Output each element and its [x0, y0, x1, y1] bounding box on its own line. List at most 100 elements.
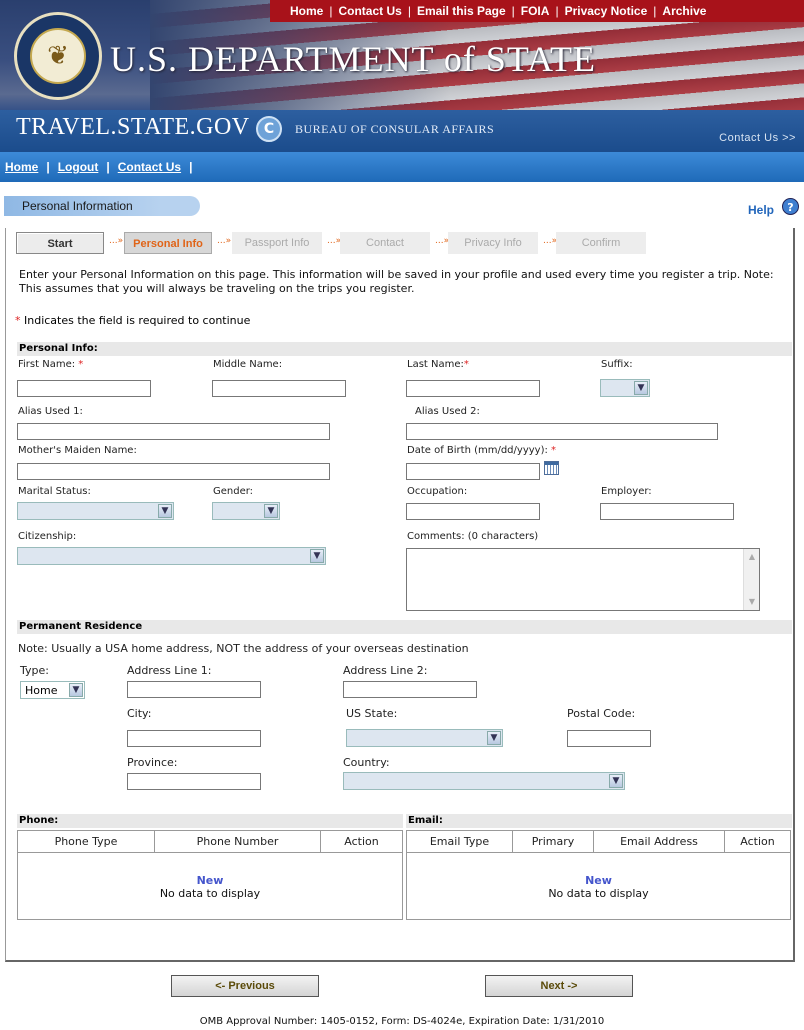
personal-info-header: Personal Info:	[17, 342, 792, 356]
alias2-input[interactable]	[406, 423, 718, 440]
page-title-tab: Personal Information	[4, 196, 200, 216]
email-primary-column: Primary	[513, 831, 594, 852]
step-arrow-icon: ...»	[217, 236, 232, 246]
city-label: City:	[127, 707, 152, 720]
last-name-label: Last Name:*	[407, 359, 469, 370]
intro-text: Enter your Personal Information on this …	[19, 268, 774, 295]
alias2-label: Alias Used 2:	[415, 406, 480, 417]
consular-affairs-badge-icon: C	[256, 116, 282, 142]
address-line1-input[interactable]	[127, 681, 261, 698]
city-input[interactable]	[127, 730, 261, 747]
alias1-label: Alias Used 1:	[18, 406, 83, 417]
top-link-foia[interactable]: FOIA	[521, 4, 550, 18]
top-link-email-page[interactable]: Email this Page	[417, 4, 506, 18]
scroll-down-icon[interactable]: ▼	[746, 596, 758, 608]
phone-action-column: Action	[344, 835, 379, 848]
step-arrow-icon: ...»	[327, 236, 342, 246]
step-arrow-icon: ...»	[109, 236, 124, 246]
province-label: Province:	[127, 756, 178, 769]
subnav-logout-link[interactable]: Logout	[58, 160, 99, 174]
first-name-input[interactable]	[17, 380, 151, 397]
chevron-down-icon: ▼	[487, 731, 501, 745]
phone-empty-message: No data to display	[159, 887, 261, 900]
dob-input[interactable]	[406, 463, 540, 480]
chevron-down-icon: ▼	[634, 381, 648, 395]
suffix-select[interactable]: ▼	[600, 379, 650, 397]
department-seal-logo: ❦	[14, 12, 102, 100]
subnav-home-link[interactable]: Home	[5, 160, 38, 174]
postal-code-input[interactable]	[567, 730, 651, 747]
phone-type-column: Phone Type	[18, 831, 155, 852]
eagle-icon: ❦	[30, 28, 86, 84]
scroll-up-icon[interactable]: ▲	[746, 551, 758, 563]
step-arrow-icon: ...»	[435, 236, 450, 246]
permanent-residence-header: Permanent Residence	[17, 620, 792, 634]
email-new-link[interactable]: New	[406, 874, 791, 887]
email-type-column: Email Type	[407, 831, 513, 852]
phone-number-column: Phone Number	[155, 831, 321, 852]
step-personal-info[interactable]: Personal Info	[124, 232, 212, 254]
alias1-input[interactable]	[17, 423, 330, 440]
citizenship-label: Citizenship:	[18, 531, 77, 542]
maiden-name-input[interactable]	[17, 463, 330, 480]
required-asterisk: *	[15, 314, 21, 327]
employer-label: Employer:	[601, 486, 652, 497]
required-note: * Indicates the field is required to con…	[15, 314, 251, 327]
province-input[interactable]	[127, 773, 261, 790]
next-button[interactable]: Next ->	[485, 975, 633, 997]
top-navigation: Home | Contact Us | Email this Page | FOIA |…	[270, 0, 804, 22]
top-link-contact-us[interactable]: Contact Us	[338, 4, 401, 18]
phone-new-link[interactable]: New	[17, 874, 403, 887]
step-arrow-icon: ...»	[543, 236, 558, 246]
step-passport-info: Passport Info	[232, 232, 322, 254]
maiden-name-label: Mother's Maiden Name:	[18, 445, 137, 456]
step-confirm: Confirm	[556, 232, 646, 254]
suffix-label: Suffix:	[601, 359, 633, 370]
step-contact: Contact	[340, 232, 430, 254]
bureau-name: BUREAU OF CONSULAR AFFAIRS	[295, 122, 495, 136]
marital-status-select[interactable]: ▼	[17, 502, 174, 520]
phone-header: Phone:	[17, 814, 403, 828]
help-link[interactable]: Help	[748, 203, 774, 217]
step-start[interactable]: Start	[16, 232, 104, 254]
comments-textarea[interactable]: ▲ ▼	[406, 548, 760, 611]
calendar-icon[interactable]	[544, 461, 559, 475]
country-select[interactable]: ▼	[343, 772, 625, 790]
subnav-contact-link[interactable]: Contact Us	[118, 160, 181, 174]
phone-table-header: Phone Type Phone Number Action	[18, 831, 402, 853]
comments-scrollbar[interactable]: ▲ ▼	[743, 549, 759, 610]
top-link-home[interactable]: Home	[290, 4, 323, 18]
contact-us-link[interactable]: Contact Us >>	[719, 132, 796, 144]
top-link-privacy-notice[interactable]: Privacy Notice	[565, 4, 648, 18]
address-line2-input[interactable]	[343, 681, 477, 698]
help-icon[interactable]: ?	[782, 198, 799, 215]
gender-label: Gender:	[213, 486, 254, 497]
country-label: Country:	[343, 756, 390, 769]
employer-input[interactable]	[600, 503, 734, 520]
first-name-label: First Name: *	[18, 359, 84, 370]
type-label: Type:	[20, 664, 49, 677]
chevron-down-icon: ▼	[609, 774, 623, 788]
us-state-select[interactable]: ▼	[346, 729, 503, 747]
email-empty-message: No data to display	[548, 887, 649, 900]
previous-button[interactable]: <- Previous	[171, 975, 319, 997]
chevron-down-icon: ▼	[264, 504, 278, 518]
citizenship-select[interactable]: ▼	[17, 547, 326, 565]
middle-name-input[interactable]	[212, 380, 346, 397]
occupation-input[interactable]	[406, 503, 540, 520]
email-table-header: Email Type Primary Email Address Action	[407, 831, 790, 853]
address-type-select[interactable]: Home ▼	[20, 681, 85, 699]
address-line2-label: Address Line 2:	[343, 664, 428, 677]
email-address-column: Email Address	[594, 831, 725, 852]
department-title: U.S. DEPARTMENT of STATE	[110, 39, 597, 79]
site-title[interactable]: TRAVEL.STATE.GOV	[16, 114, 250, 141]
top-link-archive[interactable]: Archive	[662, 4, 706, 18]
marital-status-label: Marital Status:	[18, 486, 91, 497]
last-name-input[interactable]	[406, 380, 540, 397]
occupation-label: Occupation:	[407, 486, 468, 497]
gender-select[interactable]: ▼	[212, 502, 280, 520]
chevron-down-icon: ▼	[310, 549, 324, 563]
email-header: Email:	[406, 814, 792, 828]
sub-navigation-links: Home | Logout | Contact Us |	[5, 160, 193, 174]
step-privacy-info: Privacy Info	[448, 232, 538, 254]
